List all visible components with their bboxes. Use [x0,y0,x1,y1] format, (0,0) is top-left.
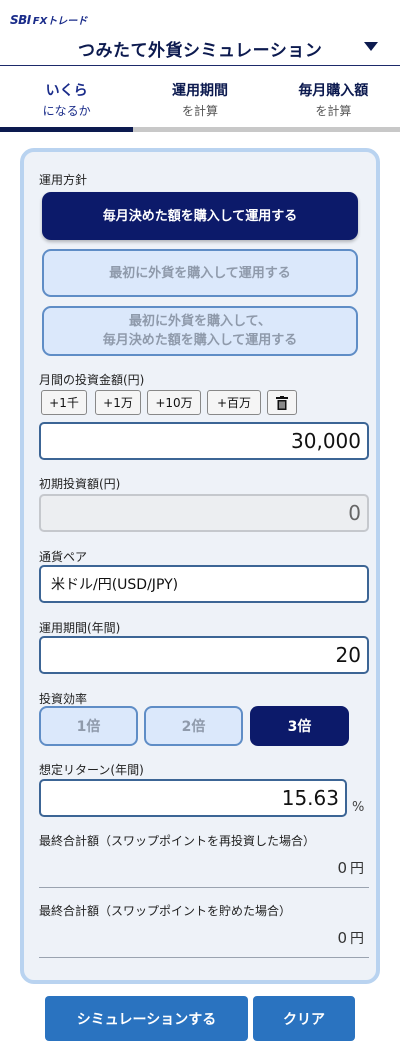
policy-monthly-label: 毎月決めた額を購入して運用する [102,208,298,224]
result-reinvest-label: 最終合計額（スワップポイントを再投資した場合） [39,834,316,848]
tab-sublabel: を計算 [181,103,218,118]
result-reinvest-value: 0円 [337,858,364,878]
page-title[interactable]: つみたて外貨シミュレーション [78,36,322,61]
sbi-fx-logo: SBI FXトレード [10,12,88,28]
period-input[interactable]: 20 [39,636,369,674]
return-label: 想定リターン(年間) [39,763,144,777]
initial-investment-input: 0 [39,494,369,532]
monthly-amount-input[interactable]: 30,000 [39,422,369,460]
result-save-value: 0円 [337,928,364,948]
currency-pair-select[interactable]: 米ドル/円(USD/JPY) [39,565,369,603]
tab-sublabel: になるか [42,103,91,118]
add-1m-button[interactable]: +百万 [207,390,261,415]
period-label: 運用期間(年間) [39,621,121,635]
efficiency-2x-button[interactable]: 2倍 [144,706,243,746]
add-10k-button[interactable]: +1万 [95,390,141,415]
tab-indicator [133,127,267,132]
clear-button[interactable]: クリア [253,996,355,1041]
add-100k-button[interactable]: +10万 [147,390,201,415]
monthly-amount-label: 月間の投資金額(円) [39,373,145,387]
logo-sbi: SBI [10,12,31,27]
efficiency-1x-button[interactable]: 1倍 [39,706,138,746]
yen-unit: 円 [350,931,364,947]
yen-unit: 円 [350,861,364,877]
tab-label: 運用期間 [171,82,228,99]
result-reinvest-amount: 0 [337,859,347,877]
divider [39,887,369,888]
calc-mode-tabs: いくら になるか 運用期間 を計算 毎月購入額 を計算 [0,66,400,132]
simulate-button[interactable]: シミュレーションする [45,996,248,1041]
trash-icon [276,395,288,410]
efficiency-3x-button[interactable]: 3倍 [250,706,349,746]
tab-indicator [266,127,400,132]
policy-both-button[interactable]: 最初に外貨を購入して、 毎月決めた額を購入して運用する [42,306,358,356]
efficiency-label: 投資効率 [39,692,88,706]
add-1k-button[interactable]: +1千 [41,390,87,415]
tab-label: 毎月購入額 [298,82,369,99]
simulation-form: 運用方針 毎月決めた額を購入して運用する 最初に外貨を購入して運用する 最初に外… [20,148,380,984]
policy-monthly-button[interactable]: 毎月決めた額を購入して運用する [42,192,358,240]
result-save-label: 最終合計額（スワップポイントを貯めた場合） [39,904,292,918]
tab-amount[interactable]: いくら になるか [0,66,134,132]
return-input[interactable]: 15.63 [39,779,347,817]
percent-unit: % [352,800,365,815]
currency-pair-label: 通貨ペア [39,550,88,564]
divider [39,957,369,958]
caret-down-icon[interactable] [364,42,378,51]
tab-indicator [0,127,134,132]
clear-amount-button[interactable] [267,390,297,415]
tab-sublabel: を計算 [315,103,352,118]
tab-period[interactable]: 運用期間 を計算 [133,66,267,132]
policy-initial-label: 最初に外貨を購入して運用する [109,265,291,281]
app-header: SBI FXトレード つみたて外貨シミュレーション [0,0,400,66]
policy-both-label-1: 最初に外貨を購入して、 [129,314,271,329]
result-save-amount: 0 [337,929,347,947]
logo-fx: FXトレード [32,16,88,27]
initial-investment-label: 初期投資額(円) [39,477,121,491]
policy-label: 運用方針 [39,173,88,187]
policy-initial-button[interactable]: 最初に外貨を購入して運用する [42,249,358,297]
tab-label: いくら [45,82,88,99]
policy-both-label-2: 毎月決めた額を購入して運用する [102,333,298,348]
tab-monthly[interactable]: 毎月購入額 を計算 [266,66,400,132]
